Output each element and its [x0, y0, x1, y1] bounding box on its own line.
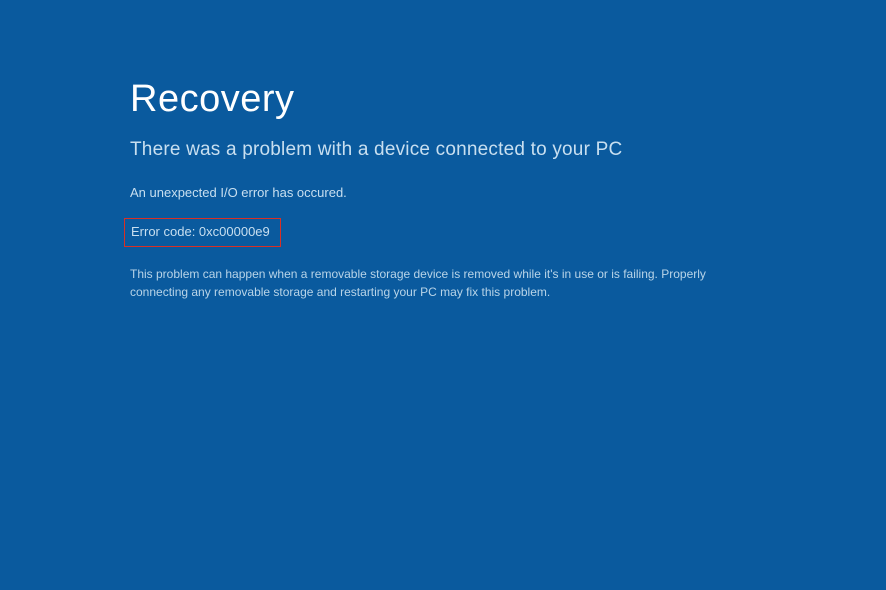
error-description: This problem can happen when a removable…: [130, 265, 750, 301]
error-subtitle: There was a problem with a device connec…: [130, 139, 756, 161]
recovery-screen: Recovery There was a problem with a devi…: [0, 0, 886, 301]
error-message: An unexpected I/O error has occured.: [130, 185, 756, 200]
error-code: Error code: 0xc00000e9: [131, 224, 270, 239]
error-code-highlight: Error code: 0xc00000e9: [124, 218, 281, 247]
page-title: Recovery: [130, 78, 756, 121]
